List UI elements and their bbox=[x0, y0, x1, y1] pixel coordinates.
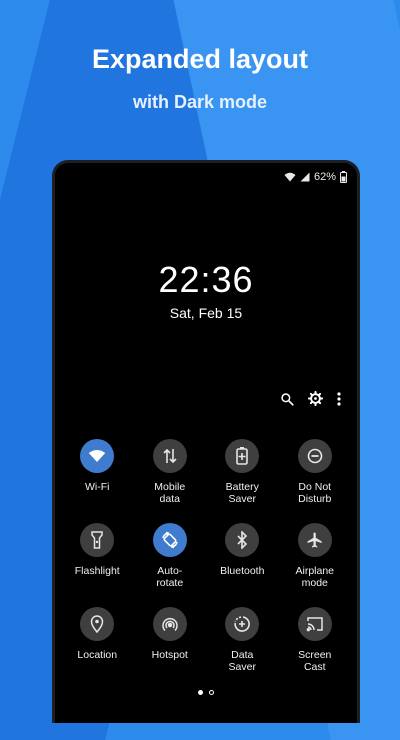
page-indicator bbox=[55, 690, 357, 695]
tile-label: Data Saver bbox=[228, 649, 256, 673]
quick-settings-actions bbox=[280, 391, 341, 406]
signal-status-icon bbox=[300, 172, 310, 182]
gear-icon[interactable] bbox=[308, 391, 323, 406]
tile-hotspot[interactable]: Hotspot bbox=[134, 607, 207, 675]
tile-auto-rotate[interactable]: Auto- rotate bbox=[134, 523, 207, 591]
tile-data-saver[interactable]: Data Saver bbox=[206, 607, 279, 675]
battery-status-icon bbox=[340, 171, 347, 183]
cast-icon bbox=[306, 616, 324, 632]
auto-rotate-icon bbox=[161, 531, 179, 549]
tile-button[interactable] bbox=[297, 607, 332, 641]
tile-button[interactable] bbox=[80, 607, 115, 641]
clock-date: Sat, Feb 15 bbox=[169, 305, 243, 321]
tile-label: Flashlight bbox=[74, 565, 120, 577]
airplane-icon bbox=[306, 531, 324, 549]
tile-button[interactable] bbox=[152, 523, 187, 557]
page-dot[interactable] bbox=[209, 690, 214, 695]
bluetooth-icon bbox=[236, 531, 248, 549]
tile-button[interactable] bbox=[225, 607, 260, 641]
more-vert-icon[interactable] bbox=[337, 391, 341, 406]
tile-label: Mobile data bbox=[154, 481, 186, 505]
tile-label: Battery Saver bbox=[225, 481, 259, 505]
tile-flashlight[interactable]: Flashlight bbox=[61, 523, 134, 591]
do-not-disturb-icon bbox=[307, 448, 323, 464]
battery-saver-icon bbox=[236, 447, 249, 465]
tile-label: Location bbox=[77, 649, 118, 661]
tile-wifi[interactable]: Wi-Fi bbox=[61, 439, 134, 507]
tile-button[interactable] bbox=[152, 607, 187, 641]
phone-screen: 62% 22:36 Sat, Feb 15 Wi-Fi Mobile data … bbox=[52, 160, 360, 723]
tile-do-not-disturb[interactable]: Do Not Disturb bbox=[279, 439, 352, 507]
tile-button[interactable] bbox=[80, 523, 115, 557]
tile-label: Do Not Disturb bbox=[298, 481, 332, 505]
battery-percent: 62% bbox=[313, 171, 336, 183]
status-bar: 62% bbox=[284, 171, 347, 183]
data-saver-icon bbox=[233, 615, 251, 633]
tile-label: Bluetooth bbox=[220, 565, 265, 577]
tile-screen-cast[interactable]: Screen Cast bbox=[279, 607, 352, 675]
tile-label: Auto- rotate bbox=[156, 565, 184, 589]
tile-mobile-data[interactable]: Mobile data bbox=[134, 439, 207, 507]
mobile-data-icon bbox=[163, 448, 177, 464]
tile-location[interactable]: Location bbox=[61, 607, 134, 675]
location-icon bbox=[90, 615, 104, 633]
clock-time: 22:36 bbox=[158, 259, 254, 300]
tile-airplane-mode[interactable]: Airplane mode bbox=[279, 523, 352, 591]
promo-headline: Expanded layout bbox=[91, 44, 309, 74]
tile-button[interactable] bbox=[225, 439, 260, 473]
tile-label: Hotspot bbox=[151, 649, 188, 661]
wifi-icon bbox=[88, 449, 106, 463]
tile-button[interactable] bbox=[225, 523, 260, 557]
tile-label: Wi-Fi bbox=[85, 481, 110, 493]
tile-button[interactable] bbox=[152, 439, 187, 473]
tile-battery-saver[interactable]: Battery Saver bbox=[206, 439, 279, 507]
hotspot-icon bbox=[161, 615, 179, 633]
tile-button[interactable] bbox=[297, 439, 332, 473]
search-icon[interactable] bbox=[280, 392, 294, 406]
wifi-status-icon bbox=[284, 172, 296, 182]
tile-button[interactable] bbox=[297, 523, 332, 557]
quick-settings-grid: Wi-Fi Mobile data Battery Saver Do Not D… bbox=[61, 439, 351, 675]
page-dot-active[interactable] bbox=[198, 690, 203, 695]
tile-button[interactable] bbox=[80, 439, 115, 473]
tile-label: Screen Cast bbox=[298, 649, 332, 673]
flashlight-icon bbox=[91, 531, 103, 549]
promo-subline: with Dark mode bbox=[132, 92, 268, 112]
tile-bluetooth[interactable]: Bluetooth bbox=[206, 523, 279, 591]
tile-label: Airplane mode bbox=[295, 565, 335, 589]
